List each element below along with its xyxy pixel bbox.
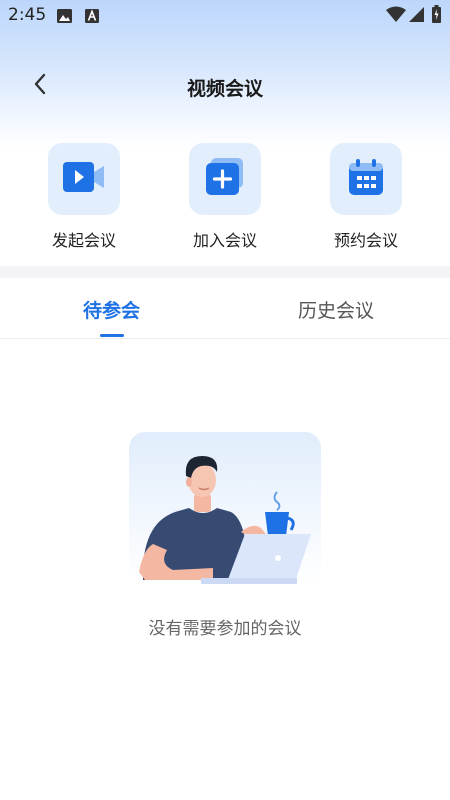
schedule-meeting-label: 预约会议 <box>333 231 398 250</box>
join-meeting-tile <box>189 143 261 215</box>
calendar-icon <box>347 158 385 200</box>
image-notification-icon <box>57 8 72 27</box>
tab-upcoming[interactable]: 待参会 <box>83 296 140 323</box>
wifi-icon <box>386 6 406 26</box>
status-time: 2:45 <box>8 5 47 25</box>
start-meeting-label: 发起会议 <box>51 231 116 250</box>
start-meeting-tile <box>48 143 120 215</box>
start-meeting-button[interactable]: 发起会议 <box>29 143 139 251</box>
status-bar: 2:45 <box>0 0 450 30</box>
nav-bar: 视频会议 <box>0 62 450 112</box>
join-meeting-label: 加入会议 <box>192 231 257 250</box>
tab-active-indicator <box>100 334 124 337</box>
schedule-meeting-button[interactable]: 预约会议 <box>311 143 421 251</box>
video-camera-icon <box>62 160 106 198</box>
empty-state-illustration <box>129 432 321 584</box>
empty-state-message: 没有需要参加的会议 <box>148 619 302 639</box>
tab-history[interactable]: 历史会议 <box>298 296 374 323</box>
signal-icon <box>409 7 424 26</box>
section-divider <box>0 266 450 278</box>
meeting-tabs: 待参会 历史会议 <box>0 280 450 339</box>
battery-charging-icon <box>432 5 441 27</box>
page-title: 视频会议 <box>186 78 263 100</box>
plus-square-icon <box>205 158 245 200</box>
a-notification-icon <box>85 8 99 27</box>
quick-actions: 发起会议 加入会议 预约会议 <box>0 143 450 253</box>
schedule-meeting-tile <box>330 143 402 215</box>
join-meeting-button[interactable]: 加入会议 <box>170 143 280 251</box>
